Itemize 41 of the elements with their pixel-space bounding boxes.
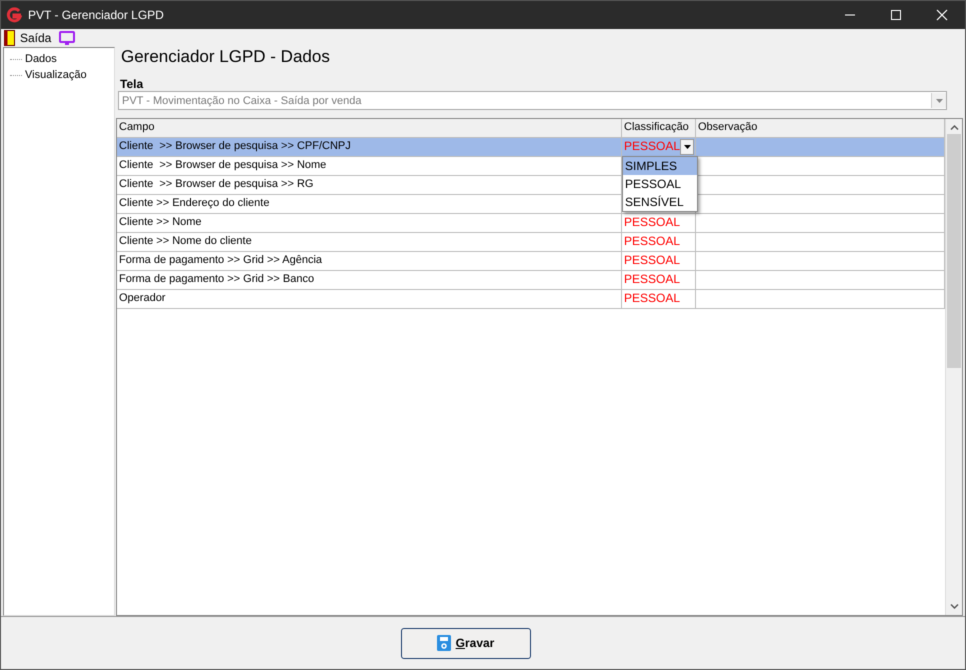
door-icon [4, 30, 15, 46]
maximize-icon[interactable] [890, 9, 902, 21]
caret-icon [684, 144, 691, 148]
table-cell: Forma de pagamento >> Grid >> Banco [117, 271, 622, 289]
table-cell: Operador [117, 290, 622, 308]
table-cell: Cliente >> Nome [117, 214, 622, 232]
table-row[interactable]: Cliente >> Nome PESSOAL [117, 214, 945, 233]
column-header: Campo [117, 119, 622, 137]
scrollbar[interactable] [945, 119, 962, 615]
caret-icon [936, 98, 942, 102]
window-title: PVT - Gerenciador LGPD [28, 8, 165, 22]
field-label: Tela [119, 76, 144, 91]
scroll-down-icon[interactable] [950, 604, 958, 609]
save-button[interactable]: Gravar [400, 628, 530, 658]
table-cell: PESSOAL [624, 253, 680, 267]
app-logo-icon [6, 7, 22, 23]
table-row[interactable]: Operador PESSOAL [117, 290, 945, 309]
table-cell: PESSOAL [624, 272, 680, 286]
page-heading: Gerenciador LGPD - Dados [120, 46, 331, 68]
tree-item[interactable]: Dados [25, 53, 57, 65]
monitor-button[interactable] [59, 30, 76, 44]
table-row[interactable]: Forma de pagamento >> Grid >> Banco PESSOAL [117, 271, 945, 290]
dropdown-option[interactable]: PESSOAL [623, 175, 697, 193]
monitor-icon [59, 30, 76, 44]
screen-dropdown[interactable]: PVT - Movimentação no Caixa - Saída por venda [118, 91, 947, 110]
close-icon[interactable] [936, 9, 948, 21]
table-row[interactable]: Cliente >> Nome do cliente PESSOAL [117, 233, 945, 252]
table-row[interactable]: Forma de pagamento >> Grid >> Agência PESSOAL [117, 252, 945, 271]
menu-item[interactable]: Saída [4, 30, 52, 46]
scroll-up-icon[interactable] [950, 125, 958, 130]
table-cell: Cliente >> Nome do cliente [117, 233, 622, 251]
table-cell: PESSOAL [624, 215, 680, 229]
table-cell: PESSOAL [624, 234, 680, 248]
table-cell: Cliente >> Browser de pesquisa >> CPF/CNPJ [117, 138, 622, 156]
column-header: Classificação [622, 119, 696, 137]
dropdown-option[interactable]: SIMPLES [623, 157, 697, 175]
selected-row[interactable]: Cliente >> Browser de pesquisa >> CPF/CNPJ PESSOAL [117, 138, 945, 157]
tree-item[interactable]: Visualização [25, 69, 87, 81]
table-cell: Forma de pagamento >> Grid >> Agência [117, 252, 622, 270]
table-cell: PESSOAL [624, 291, 680, 305]
dropdown-option[interactable]: SENSÍVEL [623, 193, 697, 211]
